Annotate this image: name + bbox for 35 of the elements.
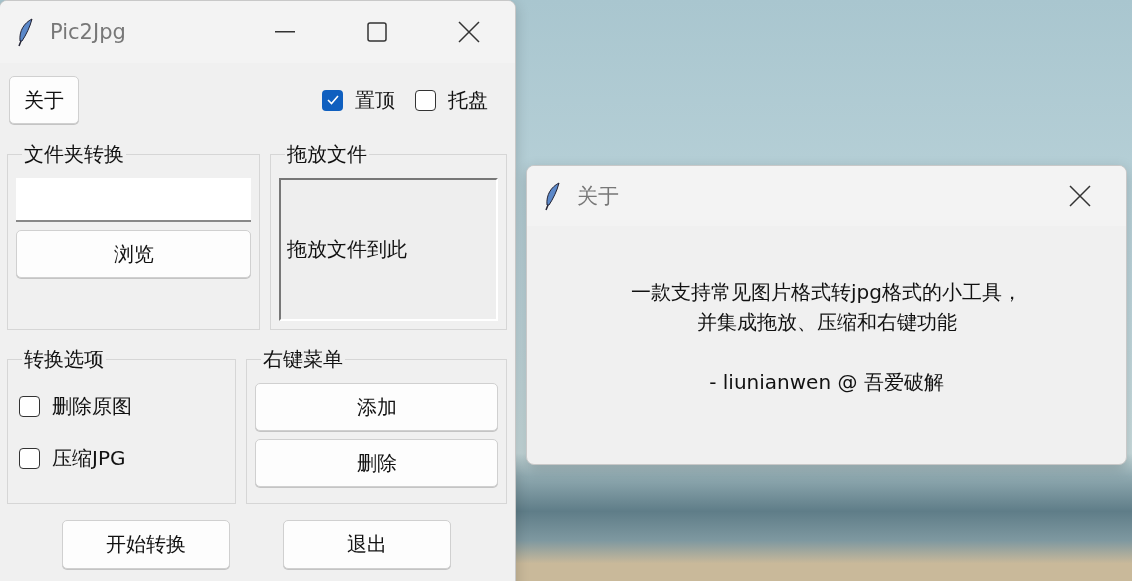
window-title: Pic2Jpg xyxy=(50,20,127,44)
feather-icon xyxy=(16,17,36,47)
checkbox[interactable]: 置顶 xyxy=(322,86,395,114)
checkbox-label: 压缩JPG xyxy=(52,445,126,472)
menu-action-button[interactable]: 添加 xyxy=(255,383,498,431)
checkbox-box[interactable] xyxy=(19,448,40,469)
about-text: 一款支持常见图片格式转jpg格式的小工具， xyxy=(631,279,1022,306)
group-title: 拖放文件 xyxy=(286,141,368,168)
checkbox-label: 托盘 xyxy=(448,86,488,114)
minimize-icon xyxy=(275,31,295,33)
maximize-icon xyxy=(367,22,387,42)
checkbox[interactable]: 托盘 xyxy=(415,86,488,114)
checkbox[interactable]: 压缩JPG xyxy=(19,445,227,472)
action-button[interactable]: 退出 xyxy=(283,520,452,569)
menu-action-button[interactable]: 删除 xyxy=(255,439,498,487)
checkbox-label: 置顶 xyxy=(355,86,395,114)
close-icon xyxy=(1069,185,1091,207)
checkbox[interactable]: 删除原图 xyxy=(19,393,227,420)
about-text: 并集成拖放、压缩和右键功能 xyxy=(696,309,957,336)
folder-path-field[interactable] xyxy=(16,178,251,222)
group-title: 文件夹转换 xyxy=(23,141,125,168)
checkbox-box[interactable] xyxy=(19,396,40,417)
checkbox-box[interactable] xyxy=(415,89,436,111)
checkbox-box[interactable] xyxy=(322,89,343,111)
group-title: 转换选项 xyxy=(23,346,105,373)
about-button[interactable]: 关于 xyxy=(9,76,79,124)
close-icon xyxy=(458,21,480,43)
group-title: 右键菜单 xyxy=(262,346,344,373)
author-credit: - liunianwen @ 吾爱破解 xyxy=(709,369,944,396)
drop-area[interactable]: 拖放文件到此 xyxy=(279,178,498,321)
action-button[interactable]: 开始转换 xyxy=(61,520,230,569)
browse-button[interactable]: 浏览 xyxy=(16,230,251,278)
dialog-title: 关于 xyxy=(577,183,620,210)
checkbox-label: 删除原图 xyxy=(52,393,132,420)
feather-icon xyxy=(543,181,563,211)
